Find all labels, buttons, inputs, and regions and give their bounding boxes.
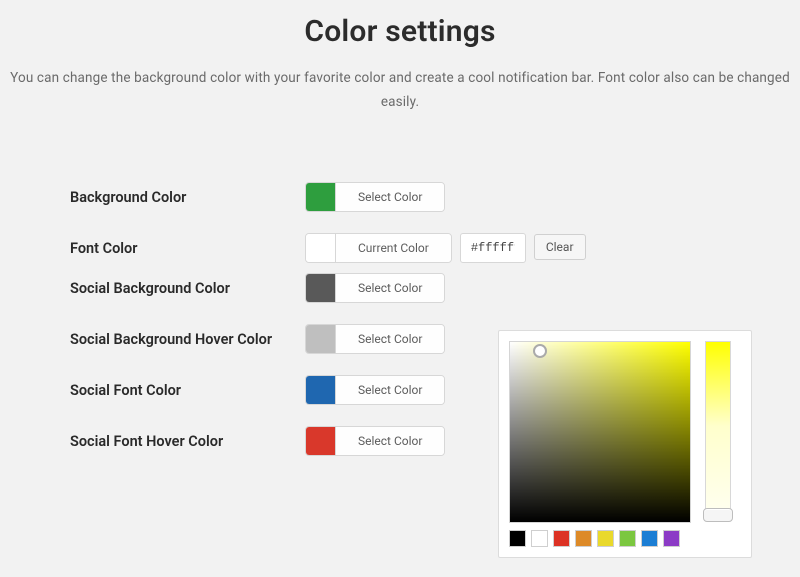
saturation-value-area[interactable] — [509, 341, 691, 523]
controls-social-font-hover-color: Select Color — [305, 426, 445, 456]
palette-row — [509, 530, 741, 547]
color-button-group[interactable]: Select Color — [305, 426, 445, 456]
select-color-button[interactable]: Select Color — [336, 376, 444, 404]
palette-swatch[interactable] — [509, 530, 526, 547]
color-button-group[interactable]: Select Color — [305, 182, 445, 212]
hex-input-font-color[interactable] — [460, 233, 526, 263]
swatch-background-color[interactable] — [306, 183, 336, 211]
color-picker-panel — [498, 330, 752, 558]
palette-swatch[interactable] — [619, 530, 636, 547]
label-font-color: Font Color — [70, 240, 305, 257]
controls-font-color: Current Color Clear — [305, 233, 586, 263]
label-social-font-hover-color: Social Font Hover Color — [70, 433, 305, 450]
palette-swatch[interactable] — [663, 530, 680, 547]
label-social-bg-hover-color: Social Background Hover Color — [70, 331, 305, 348]
row-social-bg-color: Social Background Color Select Color — [70, 273, 730, 303]
palette-swatch[interactable] — [553, 530, 570, 547]
controls-background-color: Select Color — [305, 182, 445, 212]
controls-social-font-color: Select Color — [305, 375, 445, 405]
swatch-social-font-hover-color[interactable] — [306, 427, 336, 455]
current-color-button[interactable]: Current Color — [336, 234, 451, 262]
select-color-button[interactable]: Select Color — [336, 427, 444, 455]
row-font-color: Font Color Current Color Clear — [70, 233, 730, 263]
palette-swatch[interactable] — [575, 530, 592, 547]
hue-bar[interactable] — [705, 341, 731, 511]
label-background-color: Background Color — [70, 189, 305, 206]
palette-swatch[interactable] — [597, 530, 614, 547]
swatch-social-font-color[interactable] — [306, 376, 336, 404]
palette-swatch[interactable] — [531, 530, 548, 547]
hue-column — [705, 341, 731, 523]
select-color-button[interactable]: Select Color — [336, 183, 444, 211]
label-social-font-color: Social Font Color — [70, 382, 305, 399]
color-button-group[interactable]: Current Color — [305, 233, 452, 263]
label-social-bg-color: Social Background Color — [70, 280, 305, 297]
swatch-font-color[interactable] — [306, 234, 336, 262]
swatch-social-bg-color[interactable] — [306, 274, 336, 302]
select-color-button[interactable]: Select Color — [336, 274, 444, 302]
select-color-button[interactable]: Select Color — [336, 325, 444, 353]
page-title: Color settings — [0, 0, 800, 49]
palette-swatch[interactable] — [641, 530, 658, 547]
sv-handle-icon[interactable] — [533, 344, 547, 358]
swatch-social-bg-hover-color[interactable] — [306, 325, 336, 353]
color-button-group[interactable]: Select Color — [305, 273, 445, 303]
controls-social-bg-color: Select Color — [305, 273, 445, 303]
hue-slider-handle[interactable] — [703, 508, 733, 522]
clear-button[interactable]: Clear — [534, 234, 586, 260]
color-button-group[interactable]: Select Color — [305, 324, 445, 354]
color-button-group[interactable]: Select Color — [305, 375, 445, 405]
controls-social-bg-hover-color: Select Color — [305, 324, 445, 354]
page-subtitle: You can change the background color with… — [0, 67, 800, 114]
row-background-color: Background Color Select Color — [70, 182, 730, 212]
picker-inner — [509, 341, 741, 523]
